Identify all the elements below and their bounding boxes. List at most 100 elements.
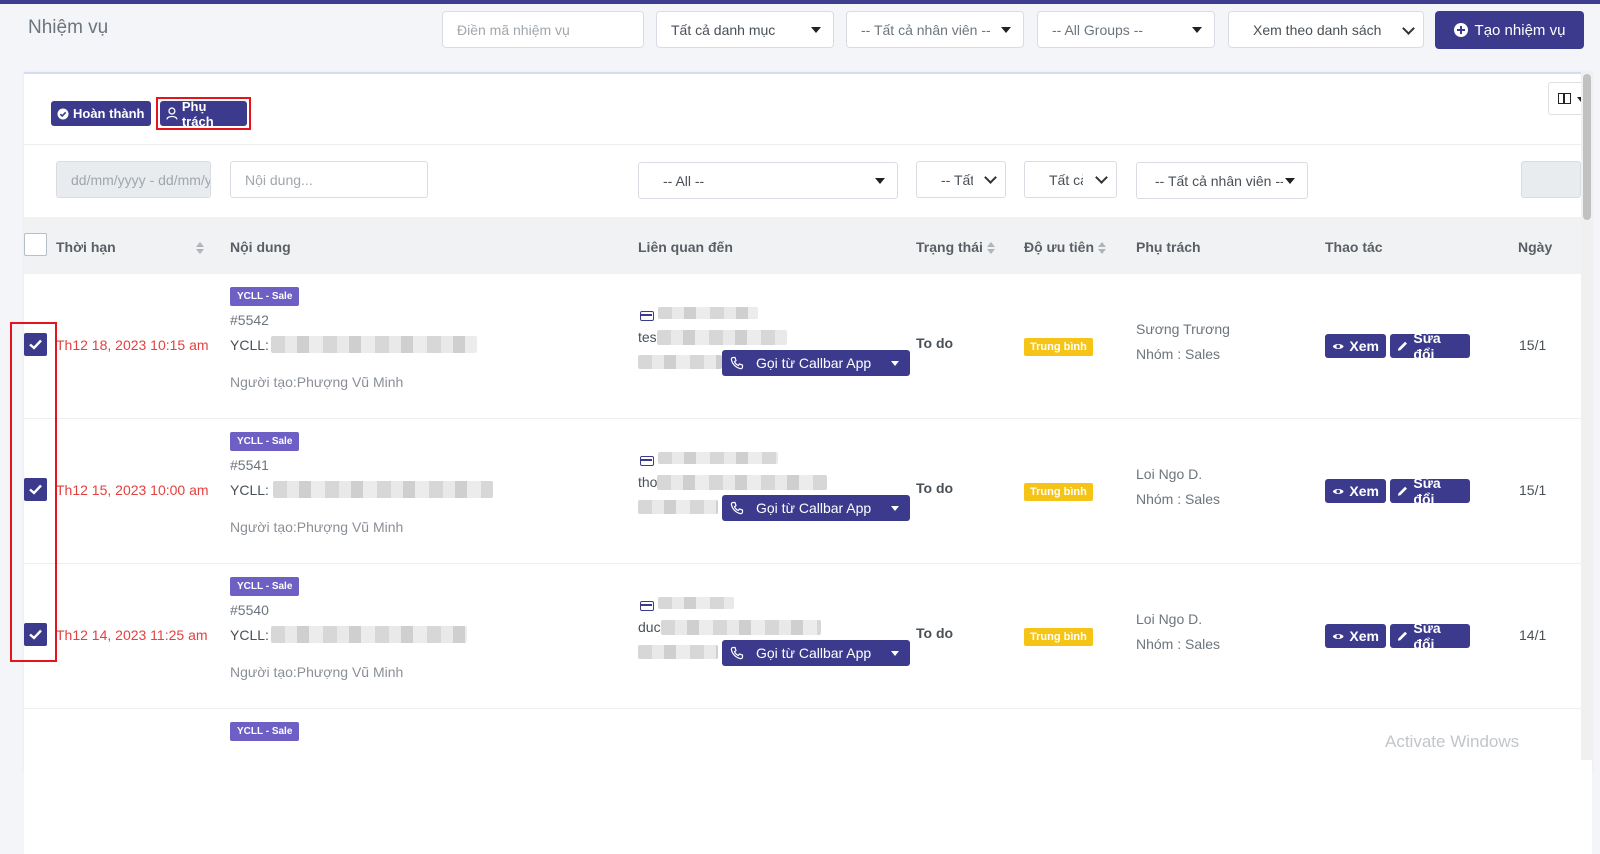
redacted-text: [270, 336, 477, 353]
eye-icon: [1332, 488, 1344, 494]
owner-team: Nhóm : Sales: [1136, 346, 1221, 362]
redacted-text: [638, 500, 718, 514]
owner-filter-select[interactable]: -- Tất cả nhân viên --: [1136, 162, 1308, 199]
callbar-call-button[interactable]: Gọi từ Callbar App: [722, 640, 910, 666]
redacted-text: [656, 329, 787, 345]
caret-down-icon: [1285, 178, 1295, 184]
date-filter-input-cut[interactable]: [1521, 161, 1581, 198]
column-header-deadline[interactable]: Thời hạn: [56, 239, 204, 255]
pencil-icon: [1397, 341, 1407, 351]
create-task-button[interactable]: Tạo nhiệm vụ: [1435, 11, 1584, 49]
columns-icon: [1558, 93, 1571, 104]
date-range-input[interactable]: dd/mm/yyyy - dd/mm/yyyy: [56, 161, 211, 198]
status-text: To do: [916, 625, 954, 641]
complete-button[interactable]: Hoàn thành: [51, 101, 151, 126]
pencil-icon: [1397, 631, 1407, 641]
scrollbar-thumb[interactable]: [1583, 74, 1591, 220]
complete-button-label: Hoàn thành: [73, 106, 145, 121]
column-header-label: Thời hạn: [56, 239, 116, 255]
owner-team: Nhóm : Sales: [1136, 636, 1221, 652]
top-accent-line: [0, 0, 1600, 4]
column-header-priority[interactable]: Độ ưu tiên: [1024, 239, 1107, 255]
callbar-call-label: Gọi từ Callbar App: [756, 645, 872, 661]
phone-icon: [730, 646, 744, 660]
related-filter-select[interactable]: -- All --: [638, 162, 898, 199]
caret-down-icon: [875, 178, 885, 184]
edit-button[interactable]: Sửa đổi: [1390, 620, 1470, 652]
edit-button[interactable]: Sửa đổi: [1390, 330, 1470, 362]
ycll-label: YCLL:: [230, 336, 269, 353]
date-text: 14/1: [1519, 627, 1547, 643]
deadline-text: Th12 15, 2023 10:00 am: [56, 482, 209, 498]
edit-button-label: Sửa đổi: [1413, 475, 1441, 507]
category-tag: YCLL - Sale: [230, 432, 300, 451]
check-circle-icon: [57, 108, 69, 119]
priority-badge: Trung bình: [1024, 483, 1093, 501]
sort-icon: [986, 242, 995, 255]
redacted-text: [638, 645, 718, 659]
view-mode-label: Xem theo danh sách: [1253, 21, 1382, 38]
view-button[interactable]: Xem: [1325, 624, 1386, 648]
status-text: To do: [916, 335, 954, 351]
callbar-call-button[interactable]: Gọi từ Callbar App: [722, 350, 910, 376]
chevron-down-icon: [1095, 171, 1108, 184]
priority-badge: Trung bình: [1024, 628, 1093, 646]
redacted-text: [270, 626, 467, 643]
divider: [24, 144, 1592, 145]
task-list-card: Hoàn thành Phụ trách dd/mm/yyyy - dd/mm/…: [10, 72, 1593, 854]
deadline-text: Th12 14, 2023 11:25 am: [56, 627, 208, 643]
creator-text: Người tạo:Phượng Vũ Minh: [230, 374, 404, 390]
employee-select[interactable]: -- Tất cả nhân viên --: [846, 11, 1024, 48]
view-button-label: Xem: [1349, 628, 1379, 644]
select-all-checkbox[interactable]: [24, 233, 47, 256]
category-tag: YCLL - Sale: [230, 722, 300, 741]
table-row: Th12 14, 2023 11:25 am YCLL - Sale #5540…: [24, 564, 1592, 709]
highlight-box-checkboxes: [10, 322, 57, 662]
ycll-label: YCLL:: [230, 626, 269, 643]
task-id[interactable]: #5541: [230, 457, 269, 473]
related-prefix: tes: [638, 329, 657, 345]
ycll-line: YCLL:: [230, 336, 477, 353]
status-text: To do: [916, 480, 954, 496]
column-header-status[interactable]: Trạng thái: [916, 239, 995, 255]
table-row: YCLL - Sale: [24, 709, 1592, 854]
callbar-call-label: Gọi từ Callbar App: [756, 500, 872, 516]
redacted-text: [658, 307, 758, 319]
view-button[interactable]: Xem: [1325, 334, 1386, 358]
id-card-icon: [640, 456, 654, 466]
view-mode-select[interactable]: Xem theo danh sách: [1228, 11, 1424, 48]
status-filter-select[interactable]: -- Tất cả --: [916, 161, 1006, 198]
deadline-text: Th12 18, 2023 10:15 am: [56, 337, 209, 353]
category-select[interactable]: Tất cả danh mục: [656, 11, 834, 48]
vertical-scrollbar[interactable]: [1581, 72, 1593, 760]
task-code-input[interactable]: Điền mã nhiệm vụ: [442, 11, 644, 48]
table-header: Thời hạn Nội dung Liên quan đến Trạng th…: [24, 217, 1592, 274]
task-id[interactable]: #5542: [230, 312, 269, 328]
caret-down-icon: [891, 361, 899, 366]
page-title: Nhiệm vụ: [28, 17, 109, 38]
create-task-label: Tạo nhiệm vụ: [1474, 21, 1566, 39]
caret-down-icon: [891, 651, 899, 656]
related-text: tho: [638, 474, 828, 490]
eye-icon: [1332, 343, 1344, 349]
edit-button[interactable]: Sửa đổi: [1390, 475, 1470, 507]
category-tag: YCLL - Sale: [230, 577, 300, 596]
callbar-call-label: Gọi từ Callbar App: [756, 355, 872, 371]
pencil-icon: [1397, 486, 1407, 496]
view-button[interactable]: Xem: [1325, 479, 1386, 503]
creator-text: Người tạo:Phượng Vũ Minh: [230, 664, 404, 680]
caret-down-icon: [811, 27, 821, 33]
column-header-label: Độ ưu tiên: [1024, 239, 1095, 255]
caret-down-icon: [891, 506, 899, 511]
caret-down-icon: [1001, 27, 1011, 33]
content-filter-input[interactable]: Nội dung...: [230, 161, 428, 198]
callbar-call-button[interactable]: Gọi từ Callbar App: [722, 495, 910, 521]
groups-select[interactable]: -- All Groups --: [1037, 11, 1215, 48]
task-id[interactable]: #5540: [230, 602, 269, 618]
owner-name: Loi Ngo D.: [1136, 466, 1203, 482]
related-prefix: tho: [638, 474, 658, 490]
redacted-text: [660, 619, 821, 635]
chevron-down-icon: [984, 171, 997, 184]
owner-name: Sương Trương: [1136, 321, 1230, 337]
priority-filter-select[interactable]: Tất cả: [1024, 161, 1117, 198]
